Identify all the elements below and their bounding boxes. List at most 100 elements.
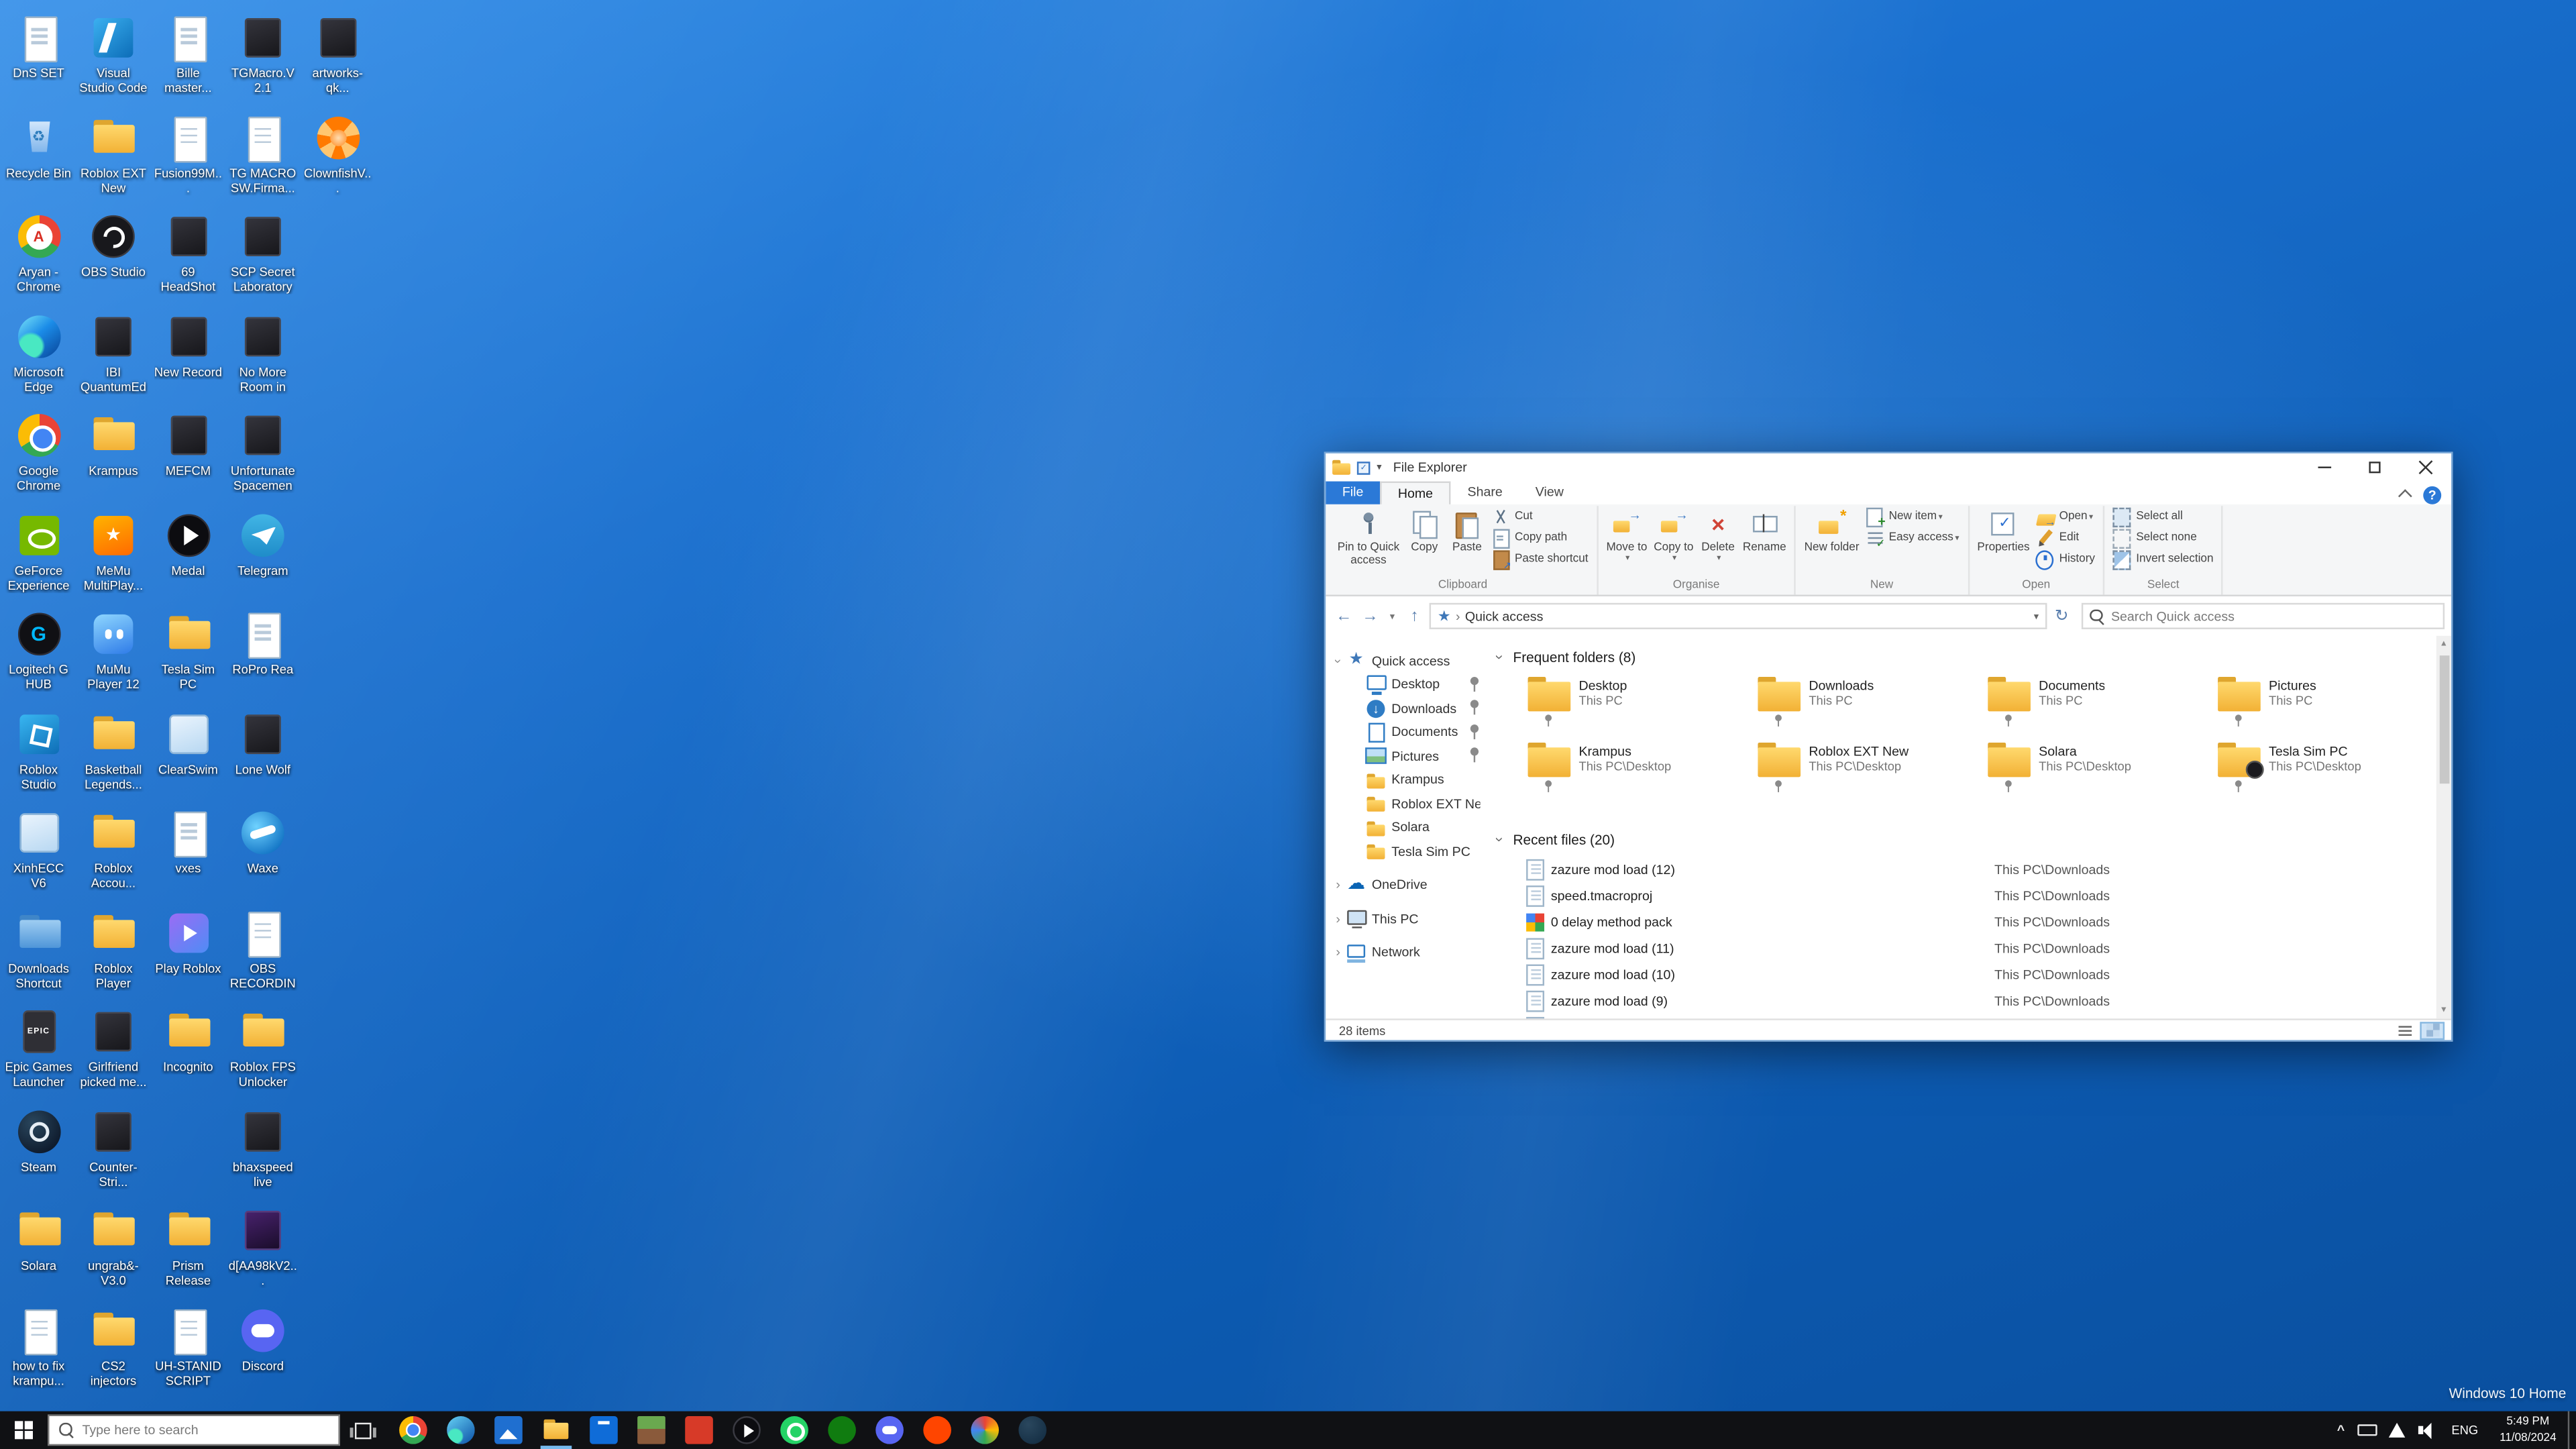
folder-tile-roblox-ext-new[interactable]: Roblox EXT NewThis PC\Desktop xyxy=(1756,743,1986,798)
scrollbar-thumb[interactable] xyxy=(2439,655,2449,784)
desktop-icon-play-roblox[interactable]: Play Roblox xyxy=(153,908,223,975)
desktop-icon-aryan-chrome[interactable]: Aryan - Chrome xyxy=(3,212,74,294)
desktop-icon-vxes[interactable]: vxes xyxy=(153,808,223,875)
large-icons-view-button[interactable] xyxy=(2420,1021,2445,1039)
desktop-icon-cs2-injectors[interactable]: CS2 injectors xyxy=(78,1305,148,1387)
sidebar-item-this-pc[interactable]: ›This PC xyxy=(1326,907,1485,931)
sidebar-item-quick-access[interactable]: ›Quick access xyxy=(1326,649,1485,673)
desktop-icon-ibi-quantumed[interactable]: IBI QuantumEd... xyxy=(78,311,148,393)
up-button[interactable]: ↑ xyxy=(1403,604,1426,627)
desktop-icon-memu-multiplay[interactable]: MeMu MultiPlay... xyxy=(78,510,148,592)
select-all-button[interactable]: Select all xyxy=(2110,506,2216,527)
paste-button[interactable]: Paste xyxy=(1446,506,1489,555)
taskbar-search[interactable] xyxy=(48,1415,340,1446)
desktop-icon-roblox-ext-new[interactable]: Roblox EXT New xyxy=(78,113,148,195)
sidebar-item-documents[interactable]: Documents xyxy=(1326,720,1485,745)
details-view-button[interactable] xyxy=(2392,1021,2417,1039)
desktop-icon-roblox-fps-unlocker[interactable]: Roblox FPS Unlocker xyxy=(227,1007,298,1089)
taskbar-app-steam[interactable] xyxy=(1009,1411,1057,1449)
desktop-icon-clownfishv[interactable]: ClownfishV... xyxy=(303,113,373,195)
tab-share[interactable]: Share xyxy=(1451,482,1519,504)
collapse-frequent-icon[interactable]: › xyxy=(1492,651,1508,664)
desktop-icon-uh-stanid-script[interactable]: UH-STANID SCRIPT xyxy=(153,1305,223,1387)
desktop-icon-recycle-bin[interactable]: Recycle Bin xyxy=(3,113,74,180)
copy-button[interactable]: Copy xyxy=(1403,506,1446,555)
back-button[interactable]: ← xyxy=(1332,604,1355,627)
copy-to-button[interactable]: Copy to▾ xyxy=(1650,506,1697,565)
cut-button[interactable]: Cut xyxy=(1489,506,1592,527)
scrollbar[interactable]: ▲ ▼ xyxy=(2436,636,2451,1019)
close-button[interactable] xyxy=(2400,453,2451,482)
recent-file-speed-tmacroproj[interactable]: speed.tmacroprojThis PC\Downloads xyxy=(1526,882,2436,908)
desktop-icon-dns-set[interactable]: DnS SET xyxy=(3,13,74,80)
desktop-icon-google-chrome[interactable]: Google Chrome xyxy=(3,411,74,492)
desktop-icon-telegram[interactable]: Telegram xyxy=(227,510,298,577)
desktop-icon-steam[interactable]: Steam xyxy=(3,1106,74,1173)
folder-tile-solara[interactable]: SolaraThis PC\Desktop xyxy=(1986,743,2216,798)
sidebar-item-roblox-ext-new[interactable]: Roblox EXT New xyxy=(1326,792,1485,816)
desktop-icon-69-headshot-xbr-cs2[interactable]: 69 HeadShot XBR CS2 xyxy=(153,212,223,294)
desktop-icon-no-more-room-in-hell[interactable]: No More Room in Hell xyxy=(227,311,298,393)
desktop-icon-krampus[interactable]: Krampus xyxy=(78,411,148,478)
task-view-button[interactable] xyxy=(340,1411,384,1449)
desktop-icon-waxe[interactable]: Waxe xyxy=(227,808,298,875)
desktop-icon-fusion99m[interactable]: Fusion99M... xyxy=(153,113,223,195)
address-bar[interactable]: ★ › Quick access ▾ xyxy=(1430,603,2047,629)
open-button[interactable]: Open▾ xyxy=(2033,506,2098,527)
desktop-icon-unfortunate-spacemen[interactable]: Unfortunate Spacemen xyxy=(227,411,298,492)
recent-file-zazure-mod-load-10[interactable]: zazure mod load (10)This PC\Downloads xyxy=(1526,961,2436,987)
desktop-icon-bille-master[interactable]: Bille master... xyxy=(153,13,223,95)
easy-access-button[interactable]: Easy access▾ xyxy=(1862,527,1962,549)
paste-shortcut-button[interactable]: Paste shortcut xyxy=(1489,549,1592,570)
qat-customize-icon[interactable]: ▾ xyxy=(1377,462,1381,473)
forward-button[interactable]: → xyxy=(1358,604,1381,627)
desktop-icon-how-to-fix-krampu[interactable]: how to fix krampu... xyxy=(3,1305,74,1387)
delete-button[interactable]: Delete▾ xyxy=(1697,506,1739,565)
minimize-button[interactable] xyxy=(2298,453,2349,482)
recent-file-zazure-mod-load-9[interactable]: zazure mod load (9)This PC\Downloads xyxy=(1526,987,2436,1014)
sidebar-item-pictures[interactable]: Pictures xyxy=(1326,744,1485,768)
recent-file-0-delay-method-pack[interactable]: 0 delay method packThis PC\Downloads xyxy=(1526,908,2436,934)
touch-keyboard-icon[interactable] xyxy=(2358,1420,2377,1440)
taskbar-app-reddit[interactable] xyxy=(914,1411,961,1449)
desktop-icon-artworks-qk[interactable]: artworks-qk... xyxy=(303,13,373,95)
desktop-icon-roblox-accou[interactable]: Roblox Accou... xyxy=(78,808,148,890)
desktop-icon-microsoft-edge[interactable]: Microsoft Edge xyxy=(3,311,74,393)
help-icon[interactable]: ? xyxy=(2423,486,2441,504)
desktop-icon-obs-studio[interactable]: OBS Studio xyxy=(78,212,148,279)
move-to-button[interactable]: Move to▾ xyxy=(1603,506,1651,565)
desktop-icon-lone-wolf[interactable]: Lone Wolf xyxy=(227,709,298,776)
folder-tile-pictures[interactable]: PicturesThis PC xyxy=(2216,677,2436,733)
desktop-icon-incognito[interactable]: Incognito xyxy=(153,1007,223,1074)
desktop-icon-clearswim[interactable]: ClearSwim xyxy=(153,709,223,776)
taskbar-app-whatsapp[interactable] xyxy=(771,1411,818,1449)
invert-selection-button[interactable]: Invert selection xyxy=(2110,549,2216,570)
address-dropdown-icon[interactable]: ▾ xyxy=(2034,610,2039,622)
recent-files-header[interactable]: Recent files (20) xyxy=(1513,831,1615,847)
pin-to-quick-access-button[interactable]: Pin to Quick access xyxy=(1334,506,1403,568)
collapse-recent-icon[interactable]: › xyxy=(1492,833,1508,847)
explorer-search-input[interactable] xyxy=(2111,608,2436,623)
properties-button[interactable]: Properties xyxy=(1974,506,2033,555)
refresh-button[interactable]: ↻ xyxy=(2050,604,2073,627)
desktop-icon-geforce-experience[interactable]: GeForce Experience xyxy=(3,510,74,592)
desktop-icon-logitech-g-hub[interactable]: Logitech G HUB xyxy=(3,610,74,692)
sidebar-item-network[interactable]: ›Network xyxy=(1326,941,1485,965)
copy-path-button[interactable]: Copy path xyxy=(1489,527,1592,549)
desktop-icon-mefcm[interactable]: MEFCM xyxy=(153,411,223,478)
rename-button[interactable]: Rename xyxy=(1739,506,1790,555)
scroll-down-icon[interactable]: ▼ xyxy=(2436,1002,2451,1018)
titlebar[interactable]: ✓ ▾ File Explorer xyxy=(1326,453,2451,482)
desktop-icon-roblox-studio[interactable]: Roblox Studio xyxy=(3,709,74,791)
language-indicator[interactable]: ENG xyxy=(2442,1423,2488,1438)
desktop-icon-new-record[interactable]: New Record xyxy=(153,311,223,378)
desktop-icon-tesla-sim-pc[interactable]: Tesla Sim PC xyxy=(153,610,223,692)
desktop-icon-downloads-shortcut[interactable]: Downloads Shortcut xyxy=(3,908,74,989)
sidebar-item-desktop[interactable]: Desktop xyxy=(1326,673,1485,697)
desktop-icon-xinhecc-v6[interactable]: XinhECC V6 xyxy=(3,808,74,890)
taskbar-app-app-multi[interactable] xyxy=(961,1411,1009,1449)
recent-file-zazure-mod-load-11[interactable]: zazure mod load (11)This PC\Downloads xyxy=(1526,934,2436,961)
tab-home[interactable]: Home xyxy=(1380,482,1451,504)
folder-tile-krampus[interactable]: KrampusThis PC\Desktop xyxy=(1526,743,1756,798)
desktop-icon-discord[interactable]: Discord xyxy=(227,1305,298,1373)
